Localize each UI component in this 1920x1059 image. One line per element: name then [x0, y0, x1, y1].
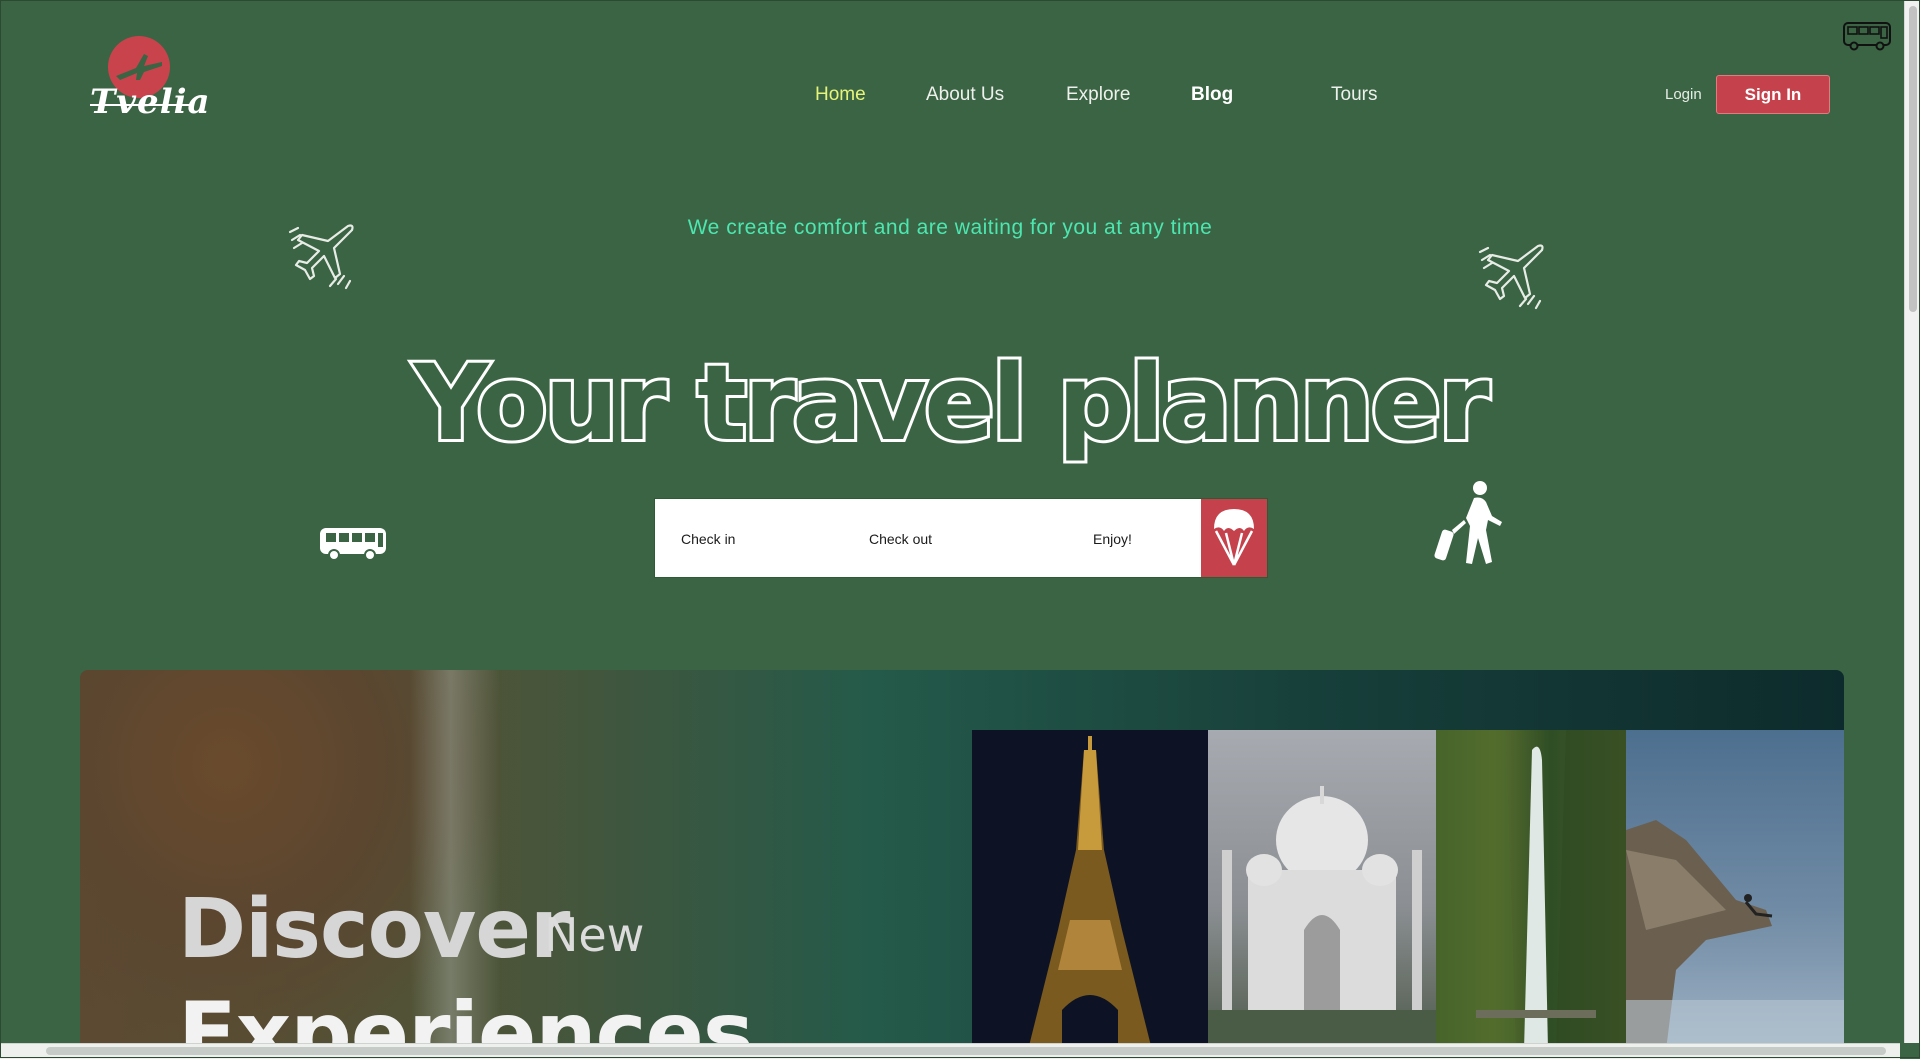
- destination-photo-strip: [972, 730, 1844, 1050]
- check-in-field[interactable]: Check in: [681, 531, 735, 547]
- nav-blog[interactable]: Blog: [1191, 84, 1233, 106]
- banner-word-discover: Discover: [178, 882, 570, 977]
- search-submit-button[interactable]: [1201, 499, 1267, 577]
- discover-banner: Discover New Experiences: [80, 670, 1844, 1050]
- login-link[interactable]: Login: [1665, 86, 1702, 103]
- horizontal-scroll-thumb[interactable]: [46, 1047, 1886, 1055]
- logo-plane-icon: [116, 54, 162, 80]
- photo-waterfall[interactable]: [1436, 730, 1626, 1050]
- plane-icon: [288, 224, 354, 290]
- photo-cliff-edge[interactable]: [1626, 730, 1844, 1050]
- enjoy-field[interactable]: Enjoy!: [1093, 531, 1132, 547]
- parachute-icon: [1214, 509, 1254, 566]
- bus-icon: [320, 528, 386, 561]
- signin-button[interactable]: Sign In: [1716, 75, 1830, 114]
- bus-icon: [1843, 22, 1891, 51]
- nav-tours[interactable]: Tours: [1331, 84, 1377, 106]
- nav-explore[interactable]: Explore: [1066, 84, 1130, 106]
- photo-taj-mahal[interactable]: [1208, 730, 1436, 1050]
- horizontal-scrollbar[interactable]: [0, 1043, 1900, 1059]
- hero-title: Your travel planner: [410, 339, 1492, 467]
- hero-tagline: We create comfort and are waiting for yo…: [687, 216, 1213, 239]
- traveler-icon: [1434, 481, 1502, 564]
- main-nav: Home About Us Explore Blog Tours: [0, 84, 1920, 106]
- nav-home[interactable]: Home: [815, 84, 866, 106]
- plane-icon: [1478, 244, 1544, 310]
- nav-about-us[interactable]: About Us: [926, 84, 1004, 106]
- booking-search-bar: Check in Check out Enjoy!: [654, 498, 1268, 578]
- brand-logo[interactable]: Tvelia: [90, 36, 210, 126]
- banner-word-experiences: Experiences: [178, 984, 754, 1050]
- photo-eiffel-tower[interactable]: [972, 730, 1208, 1050]
- banner-word-new: New: [544, 908, 645, 962]
- check-out-field[interactable]: Check out: [869, 531, 932, 547]
- vertical-scroll-thumb[interactable]: [1909, 6, 1917, 312]
- vertical-scrollbar[interactable]: [1904, 0, 1920, 1043]
